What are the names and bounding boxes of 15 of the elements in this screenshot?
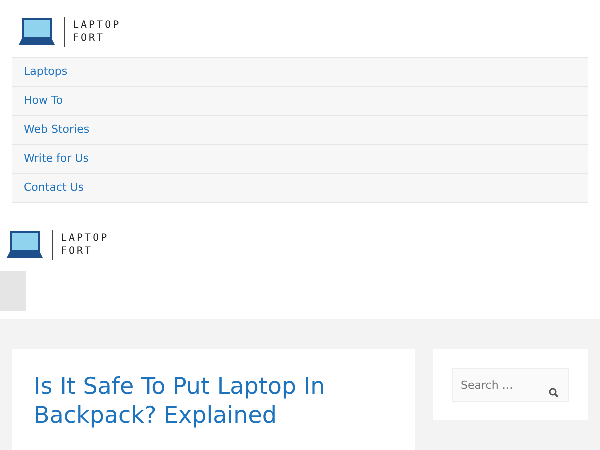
- laptop-icon: [6, 231, 44, 259]
- nav-link[interactable]: Laptops: [12, 57, 588, 86]
- nav-link[interactable]: Contact Us: [12, 173, 588, 203]
- logo-text: FORT: [73, 32, 106, 45]
- menu-toggle-button[interactable]: [0, 271, 26, 311]
- nav-link[interactable]: Web Stories: [12, 115, 588, 144]
- article-title[interactable]: Is It Safe To Put Laptop In Backpack? Explained: [34, 373, 393, 431]
- nav-link[interactable]: Write for Us: [12, 144, 588, 173]
- logo-text: LAPTOP: [73, 19, 122, 32]
- logo-text: FORT: [61, 245, 94, 258]
- search-field[interactable]: Search …: [452, 368, 569, 402]
- search-icon[interactable]: [549, 388, 559, 398]
- logo-text: LAPTOP: [61, 232, 110, 245]
- laptop-icon: [18, 18, 56, 46]
- nav-link[interactable]: How To: [12, 86, 588, 115]
